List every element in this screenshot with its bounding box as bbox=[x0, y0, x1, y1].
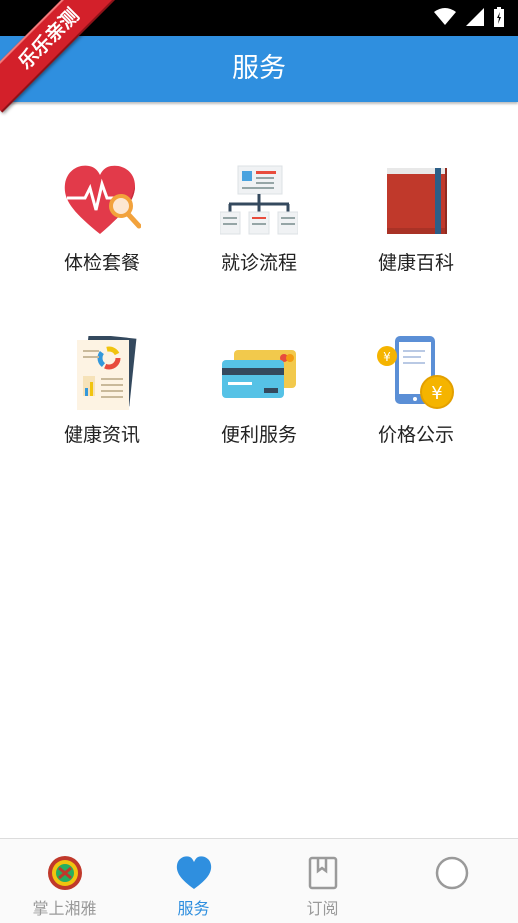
book-icon bbox=[387, 168, 447, 234]
app-bar: 服务 bbox=[0, 36, 518, 102]
service-label: 就诊流程 bbox=[220, 252, 297, 274]
svg-text:¥: ¥ bbox=[383, 350, 391, 364]
service-physical-exam[interactable]: 体检套餐 bbox=[24, 150, 180, 290]
bookmark-icon bbox=[308, 856, 338, 890]
wifi-icon bbox=[434, 8, 456, 25]
nav-tab-home[interactable]: 掌上湘雅 bbox=[0, 839, 129, 923]
svg-text:¥: ¥ bbox=[431, 383, 442, 404]
nav-tab-subscribe[interactable]: 订阅 bbox=[258, 839, 387, 923]
signal-icon bbox=[466, 8, 484, 26]
service-label: 价格公示 bbox=[377, 424, 454, 446]
service-label: 健康百科 bbox=[377, 252, 454, 274]
news-document-icon bbox=[77, 336, 137, 410]
heart-magnifier-icon bbox=[64, 165, 141, 234]
service-price-disclosure[interactable]: ¥ ¥ 价格公示 bbox=[338, 322, 494, 462]
service-label: 体检套餐 bbox=[63, 252, 140, 274]
service-label: 健康资讯 bbox=[63, 424, 140, 446]
nav-label: 服务 bbox=[177, 899, 210, 918]
xiangya-logo-icon bbox=[48, 856, 82, 890]
credit-card-icon bbox=[222, 350, 296, 398]
service-label: 便利服务 bbox=[220, 424, 297, 446]
service-health-encyclopedia[interactable]: 健康百科 bbox=[338, 150, 494, 290]
profile-circle-icon bbox=[435, 856, 469, 890]
phone-yuan-icon: ¥ ¥ bbox=[377, 336, 454, 409]
nav-tab-service[interactable]: 服务 bbox=[129, 839, 258, 923]
service-health-news[interactable]: 健康资讯 bbox=[24, 322, 180, 462]
nav-label: 订阅 bbox=[306, 899, 339, 918]
service-visit-process[interactable]: 就诊流程 bbox=[181, 150, 337, 290]
page-title: 服务 bbox=[232, 53, 286, 84]
flowchart-icon bbox=[220, 165, 298, 235]
battery-icon bbox=[494, 7, 504, 27]
nav-label: 掌上湘雅 bbox=[32, 899, 97, 918]
bottom-nav: 掌上湘雅 服务 订阅 bbox=[0, 838, 518, 923]
nav-tab-profile[interactable] bbox=[387, 839, 516, 923]
status-icons bbox=[434, 7, 504, 27]
service-convenience[interactable]: 便利服务 bbox=[181, 322, 337, 462]
heart-icon bbox=[176, 856, 212, 889]
